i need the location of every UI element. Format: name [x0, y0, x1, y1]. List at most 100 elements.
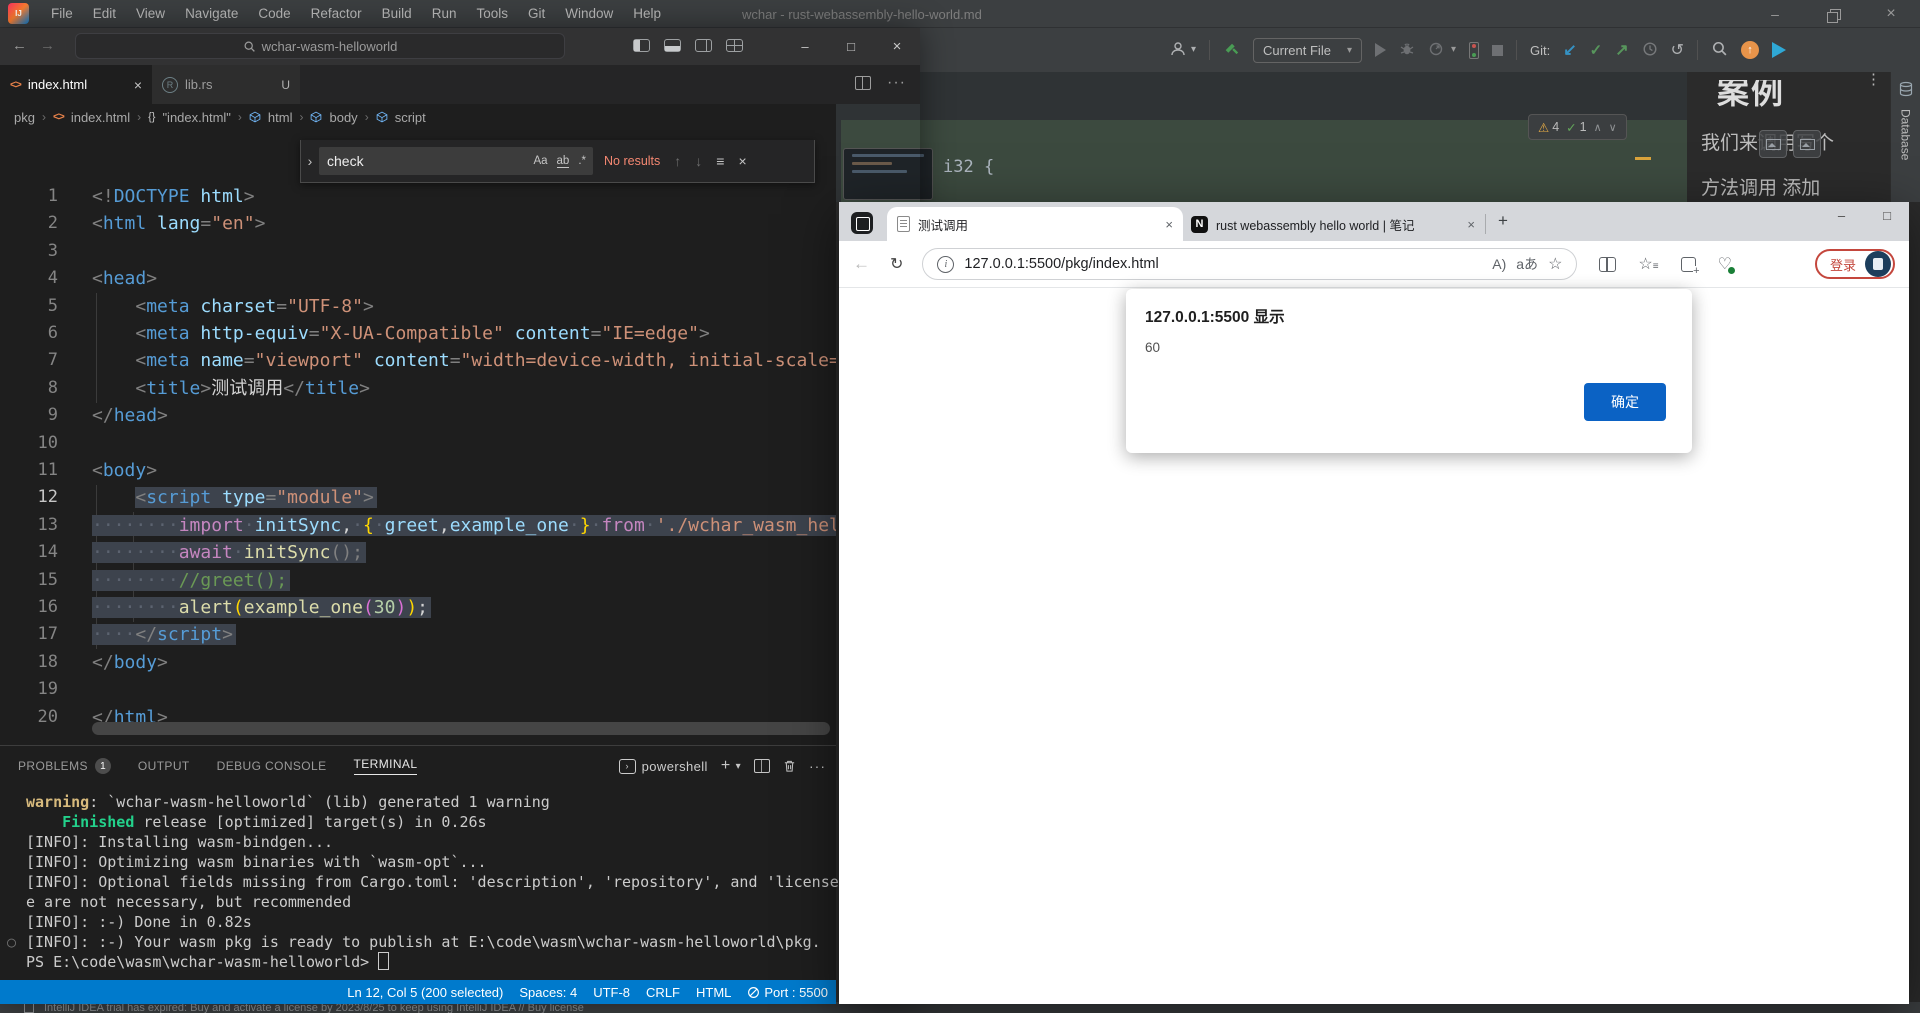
- menu-item-window[interactable]: Window: [555, 0, 623, 27]
- image-tool-button[interactable]: [1793, 130, 1821, 158]
- workspaces-icon[interactable]: [851, 212, 873, 234]
- code-line-2[interactable]: 2<html lang="en">: [0, 210, 836, 238]
- site-info-icon[interactable]: i: [937, 256, 954, 273]
- terminal-dropdown-icon[interactable]: ▾: [736, 761, 741, 772]
- edge-minimize-button[interactable]: –: [1838, 208, 1845, 223]
- coverage-dropdown-icon[interactable]: ▾: [1451, 45, 1456, 55]
- git-commit-button[interactable]: ✓: [1590, 41, 1603, 59]
- tab-problems[interactable]: PROBLEMS 1: [18, 758, 111, 774]
- dialog-ok-button[interactable]: 确定: [1584, 383, 1666, 421]
- git-push-button[interactable]: ↗: [1615, 40, 1628, 60]
- image-tool-button[interactable]: [1759, 130, 1787, 158]
- tab-debug-console[interactable]: DEBUG CONSOLE: [217, 759, 327, 773]
- command-center-search[interactable]: wchar-wasm-helloworld: [75, 33, 565, 59]
- code-line-17[interactable]: 17····</script>: [0, 621, 836, 649]
- close-icon[interactable]: ×: [134, 77, 142, 93]
- code-line-16[interactable]: 16········alert(example_one(30));: [0, 594, 836, 622]
- idea-minimize-button[interactable]: –: [1746, 0, 1804, 28]
- browser-back-icon[interactable]: ←: [853, 254, 870, 274]
- database-toolwindow-label[interactable]: Database: [1899, 109, 1913, 160]
- whole-word-icon[interactable]: ab: [557, 155, 570, 168]
- code-line-6[interactable]: 6 <meta http-equiv="X-UA-Compatible" con…: [0, 320, 836, 348]
- code-line-5[interactable]: 5 <meta charset="UTF-8">: [0, 293, 836, 321]
- find-in-selection-icon[interactable]: ≡: [716, 153, 724, 169]
- encoding[interactable]: UTF-8: [593, 985, 630, 1000]
- menu-item-file[interactable]: File: [41, 0, 83, 27]
- user-icon[interactable]: [1170, 41, 1186, 60]
- breadcrumb-item[interactable]: script: [395, 110, 426, 125]
- panel-more-icon[interactable]: ···: [809, 758, 826, 774]
- command-decoration-icon[interactable]: ○: [7, 932, 16, 952]
- code-editor[interactable]: 1<!DOCTYPE html>2<html lang="en">34<head…: [0, 130, 836, 745]
- menu-item-view[interactable]: View: [126, 0, 175, 27]
- more-actions-icon[interactable]: ···: [887, 74, 906, 92]
- database-icon[interactable]: [1898, 81, 1914, 102]
- tab-index-html[interactable]: <> index.html ×: [0, 65, 152, 104]
- find-close-icon[interactable]: ×: [738, 153, 746, 169]
- browser-essentials-icon[interactable]: ♡: [1718, 254, 1732, 274]
- idea-inspections-widget[interactable]: ⚠ 4 ✓ 1 ∧ ∨: [1528, 114, 1627, 140]
- close-icon[interactable]: ×: [1165, 217, 1173, 232]
- split-editor-icon[interactable]: [855, 76, 871, 90]
- live-server-port[interactable]: Port : 5500: [747, 985, 828, 1000]
- find-expand-icon[interactable]: ›: [301, 153, 319, 169]
- git-update-button[interactable]: ↙: [1563, 40, 1576, 60]
- kebab-menu-icon[interactable]: ⋮: [1866, 76, 1880, 83]
- edge-maximize-button[interactable]: □: [1883, 208, 1891, 223]
- code-line-19[interactable]: 19: [0, 676, 836, 704]
- code-line-13[interactable]: 13········import·initSync,·{·greet,examp…: [0, 512, 836, 540]
- vscode-maximize-button[interactable]: □: [828, 28, 874, 65]
- toggle-sidebar-icon[interactable]: [633, 39, 650, 52]
- translate-icon[interactable]: aあ: [1516, 254, 1538, 274]
- breadcrumb-item[interactable]: "index.html": [162, 110, 230, 125]
- breadcrumb-item[interactable]: body: [329, 110, 357, 125]
- cursor-position[interactable]: Ln 12, Col 5 (200 selected): [347, 985, 503, 1000]
- code-line-3[interactable]: 3: [0, 238, 836, 266]
- new-terminal-icon[interactable]: +: [721, 757, 731, 775]
- rollback-icon[interactable]: ↺: [1671, 40, 1684, 60]
- find-previous-icon[interactable]: ↑: [674, 153, 681, 169]
- services-icon[interactable]: [1469, 42, 1479, 59]
- code-line-15[interactable]: 15········//greet();: [0, 567, 836, 595]
- vscode-close-button[interactable]: ×: [874, 28, 920, 65]
- code-line-18[interactable]: 18</body>: [0, 649, 836, 677]
- gradient-play-icon[interactable]: [1772, 42, 1786, 58]
- tab-lib-rs[interactable]: R lib.rs U: [152, 65, 300, 104]
- new-tab-icon[interactable]: +: [1498, 211, 1508, 231]
- menu-item-code[interactable]: Code: [248, 0, 300, 27]
- match-case-icon[interactable]: Aa: [533, 155, 547, 167]
- toggle-panel-icon[interactable]: [664, 39, 681, 52]
- favorite-star-icon[interactable]: ☆: [1548, 254, 1562, 274]
- profiler-icon[interactable]: [1428, 41, 1444, 60]
- browser-tab-active[interactable]: 测试调用 ×: [887, 207, 1183, 241]
- code-line-14[interactable]: 14········await·initSync();: [0, 539, 836, 567]
- user-dropdown-icon[interactable]: ▾: [1191, 45, 1196, 55]
- kill-terminal-icon[interactable]: [783, 759, 796, 773]
- find-input[interactable]: check Aa ab .*: [319, 147, 593, 175]
- split-screen-icon[interactable]: [1599, 257, 1616, 272]
- menu-item-help[interactable]: Help: [623, 0, 671, 27]
- code-line-10[interactable]: 10: [0, 430, 836, 458]
- idea-close-button[interactable]: ×: [1862, 0, 1920, 28]
- menu-item-edit[interactable]: Edit: [83, 0, 126, 27]
- horizontal-scrollbar[interactable]: [92, 722, 830, 735]
- prev-problem-icon[interactable]: ∧: [1594, 121, 1602, 134]
- collections-icon[interactable]: [1681, 257, 1696, 272]
- shell-label[interactable]: powershell: [642, 759, 708, 774]
- search-everywhere-icon[interactable]: [1711, 40, 1728, 60]
- split-terminal-icon[interactable]: [754, 759, 770, 773]
- breadcrumb-item[interactable]: index.html: [71, 110, 130, 125]
- code-line-12[interactable]: 12 <script type="module">: [0, 484, 836, 512]
- menu-item-run[interactable]: Run: [422, 0, 467, 27]
- language-mode[interactable]: HTML: [696, 985, 731, 1000]
- code-line-7[interactable]: 7 <meta name="viewport" content="width=d…: [0, 347, 836, 375]
- profile-signin-button[interactable]: 登录: [1815, 249, 1895, 279]
- idea-restore-button[interactable]: [1804, 0, 1862, 28]
- address-bar[interactable]: i 127.0.0.1:5500/pkg/index.html A) aあ ☆: [922, 248, 1577, 280]
- browser-tab-inactive[interactable]: N rust webassembly hello world | 笔记 ×: [1183, 207, 1483, 241]
- breadcrumb-item[interactable]: html: [268, 110, 293, 125]
- indentation[interactable]: Spaces: 4: [519, 985, 577, 1000]
- breadcrumb-item[interactable]: pkg: [14, 110, 35, 125]
- menu-item-tools[interactable]: Tools: [466, 0, 518, 27]
- regex-icon[interactable]: .*: [578, 155, 586, 167]
